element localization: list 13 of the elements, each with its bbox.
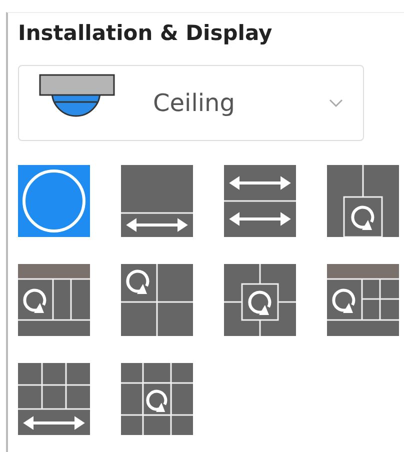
- fisheye-layout-icon[interactable]: [18, 165, 90, 237]
- quadcenter-layout-icon[interactable]: [224, 264, 296, 336]
- panoptzfive-layout-icon[interactable]: [327, 264, 399, 336]
- ptzone-layout-icon[interactable]: [327, 165, 399, 237]
- quad-layout-icon[interactable]: [121, 264, 193, 336]
- panoptzthree-layout-icon[interactable]: [18, 264, 90, 336]
- panel-title: Installation & Display: [18, 21, 274, 45]
- panorama-layout-icon[interactable]: [121, 165, 193, 237]
- dualpanorama-layout-icon[interactable]: [224, 165, 296, 237]
- chevron-down-icon: [329, 98, 343, 108]
- nine-layout-icon[interactable]: [121, 363, 193, 435]
- mount-dropdown[interactable]: Ceiling: [18, 65, 364, 141]
- ninepanorama-layout-icon[interactable]: [18, 363, 90, 435]
